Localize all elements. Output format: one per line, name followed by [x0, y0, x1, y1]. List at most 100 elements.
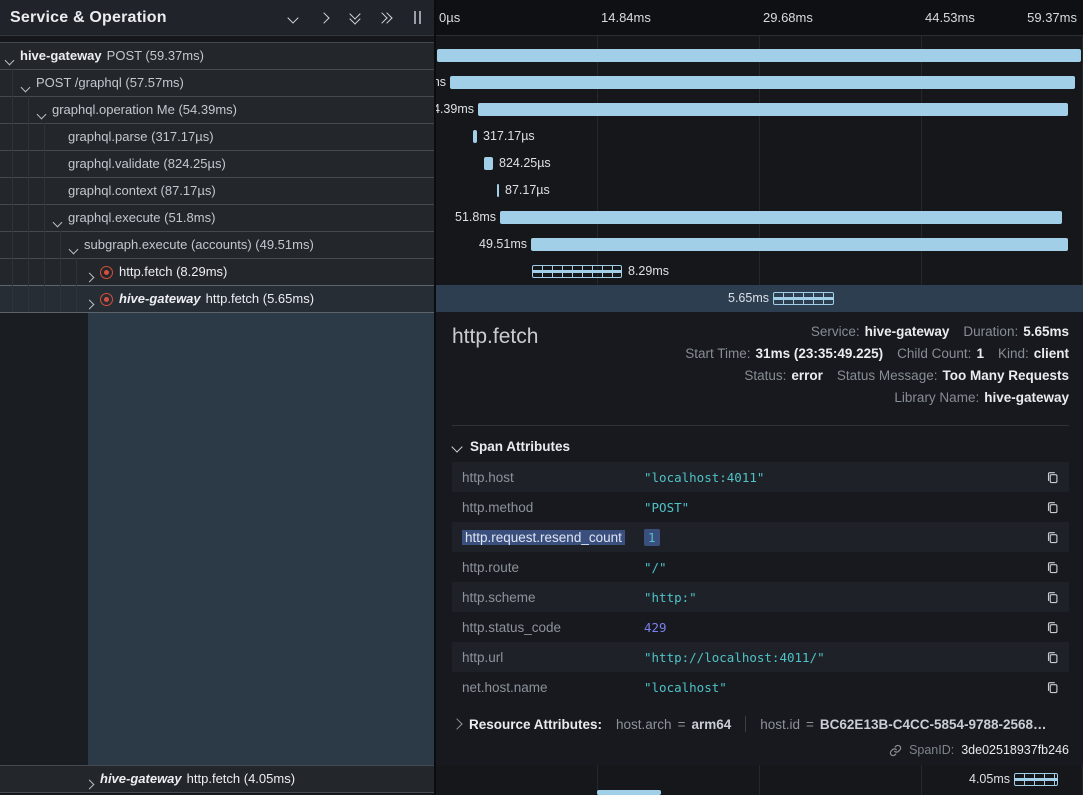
copy-icon[interactable]	[1046, 680, 1059, 694]
attribute-key: http.method	[462, 500, 644, 515]
span-meta-line: Library Name:hive-gateway	[685, 387, 1069, 409]
meta-value: error	[791, 368, 823, 383]
tree-row[interactable]: hive-gatewayhttp.fetch (4.05ms)	[0, 765, 435, 793]
tree-row[interactable]: http.fetch (8.29ms)	[0, 258, 435, 285]
timeline-row[interactable]: 824.25µs	[435, 150, 1083, 177]
collapse-all-icon[interactable]	[348, 11, 362, 25]
timeline-row[interactable]: 5.65ms	[435, 285, 1083, 312]
copy-icon[interactable]	[1046, 470, 1059, 484]
collapse-one-icon[interactable]	[286, 11, 300, 25]
span-duration-bar[interactable]	[1014, 773, 1058, 786]
chevron-right-icon[interactable]	[86, 296, 93, 311]
chevron-down-icon	[451, 441, 462, 452]
tree-row[interactable]: hive-gatewayhttp.fetch (5.65ms)	[0, 285, 435, 312]
span-duration-label: 49.51ms	[479, 231, 527, 258]
resource-attributes-row[interactable]: Resource Attributes: host.arch=arm64host…	[453, 716, 1069, 732]
tree-row[interactable]: hive-gatewayPOST (59.37ms)	[0, 42, 435, 69]
operation-label: graphql.context (87.17µs)	[68, 183, 216, 198]
span-duration-bar[interactable]	[500, 211, 1062, 224]
span-duration-label: 5.65ms	[728, 285, 769, 312]
span-duration-bar[interactable]	[478, 103, 1068, 116]
timeline-row[interactable]: 87.17µs	[435, 177, 1083, 204]
expand-all-icon[interactable]	[379, 11, 393, 25]
timeline-row[interactable]: 59.37ms	[435, 42, 1083, 69]
attribute-row: net.host.name"localhost"	[452, 672, 1069, 702]
copy-icon[interactable]	[1046, 620, 1059, 634]
span-duration-bar[interactable]	[773, 292, 834, 305]
timeline-row[interactable]: 8.29ms	[435, 258, 1083, 285]
resource-attribute-value: BC62E13B-C4CC-5854-9788-2568…	[820, 717, 1047, 732]
indent-guide	[76, 258, 77, 312]
meta-label: Service:	[811, 324, 860, 339]
chevron-right-icon[interactable]	[86, 776, 93, 791]
span-meta: Service:hive-gatewayDuration:5.65msStart…	[685, 321, 1069, 409]
meta-pair: Status Message:Too Many Requests	[837, 368, 1069, 383]
span-duration-label: 51.8ms	[455, 204, 496, 231]
span-id-value: 3de02518937fb246	[961, 743, 1069, 757]
attribute-key: http.scheme	[462, 590, 644, 605]
span-duration-bar[interactable]	[484, 157, 493, 170]
timeline-row[interactable]: 317.17µs	[435, 123, 1083, 150]
details-divider	[452, 425, 1069, 426]
tree-row[interactable]: graphql.execute (51.8ms)	[0, 204, 435, 231]
meta-pair: Duration:5.65ms	[963, 324, 1069, 339]
span-id-label: SpanID:	[909, 743, 954, 757]
timeline-ruler: 0µs14.84ms29.68ms44.53ms59.37ms	[435, 0, 1083, 36]
attribute-row: http.host"localhost:4011"	[452, 462, 1069, 492]
span-meta-line: Status:errorStatus Message:Too Many Requ…	[685, 365, 1069, 387]
tree-panel-header: Service & Operation	[0, 0, 435, 36]
tree-row[interactable]: POST /graphql (57.57ms)	[0, 69, 435, 96]
span-duration-bar[interactable]	[450, 76, 1075, 89]
meta-value: 5.65ms	[1023, 324, 1069, 339]
timeline-row[interactable]: 49.51ms	[435, 231, 1083, 258]
chevron-down-icon[interactable]	[22, 79, 29, 94]
chevron-down-icon[interactable]	[6, 52, 13, 67]
span-duration-bar[interactable]	[437, 49, 1081, 62]
meta-pair: Child Count:1	[897, 346, 984, 361]
meta-label: Library Name:	[894, 390, 979, 405]
copy-icon[interactable]	[1046, 530, 1059, 544]
panel-resize-handle-icon[interactable]	[414, 11, 421, 24]
meta-pair: Library Name:hive-gateway	[894, 390, 1069, 405]
copy-icon[interactable]	[1046, 500, 1059, 514]
span-label: POST /graphql (57.57ms)	[36, 70, 184, 96]
span-label: hive-gatewayhttp.fetch (4.05ms)	[100, 766, 295, 792]
timeline-row[interactable]: 51.8ms	[435, 204, 1083, 231]
resource-attribute-key: host.id	[760, 717, 800, 732]
chevron-right-icon[interactable]	[86, 269, 93, 284]
span-duration-label: 4.05ms	[969, 766, 1010, 793]
copy-icon[interactable]	[1046, 590, 1059, 604]
attribute-key: net.host.name	[462, 680, 644, 695]
span-attributes-header[interactable]: Span Attributes	[453, 439, 570, 454]
tree-row[interactable]: graphql.validate (824.25µs)	[0, 150, 435, 177]
copy-icon[interactable]	[1046, 650, 1059, 664]
span-duration-label: 317.17µs	[483, 123, 535, 150]
span-duration-bar[interactable]	[497, 184, 499, 197]
tree-row[interactable]: subgraph.execute (accounts) (49.51ms)	[0, 231, 435, 258]
copy-icon[interactable]	[1046, 560, 1059, 574]
operation-label: http.fetch (5.65ms)	[206, 291, 314, 306]
span-duration-bar[interactable]	[532, 265, 622, 278]
chevron-down-icon[interactable]	[38, 106, 45, 121]
link-icon[interactable]	[889, 744, 902, 757]
attribute-row: http.method"POST"	[452, 492, 1069, 522]
tree-row[interactable]: graphql.context (87.17µs)	[0, 177, 435, 204]
tree-row[interactable]: graphql.operation Me (54.39ms)	[0, 96, 435, 123]
span-label: graphql.operation Me (54.39ms)	[52, 97, 237, 123]
panel-divider[interactable]	[434, 0, 436, 795]
expand-one-icon[interactable]	[317, 11, 331, 25]
span-duration-bar[interactable]	[473, 130, 477, 143]
tree-row[interactable]: graphql.parse (317.17µs)	[0, 123, 435, 150]
chevron-down-icon[interactable]	[70, 241, 77, 256]
timeline-row[interactable]: 54.39ms	[435, 96, 1083, 123]
indent-guide	[12, 69, 13, 312]
chevron-down-icon[interactable]	[54, 214, 61, 229]
span-duration-bar[interactable]	[531, 238, 1068, 251]
meta-pair: Start Time:31ms (23:35:49.225)	[685, 346, 883, 361]
timeline-row[interactable]: 4.05ms	[435, 766, 1083, 793]
attribute-key-highlight: http.request.resend_count	[462, 530, 625, 545]
service-name: hive-gateway	[20, 48, 102, 63]
timeline-row[interactable]: 57.57ms	[435, 69, 1083, 96]
attribute-value-highlight: 1	[644, 529, 660, 546]
span-duration-label: 87.17µs	[505, 177, 550, 204]
